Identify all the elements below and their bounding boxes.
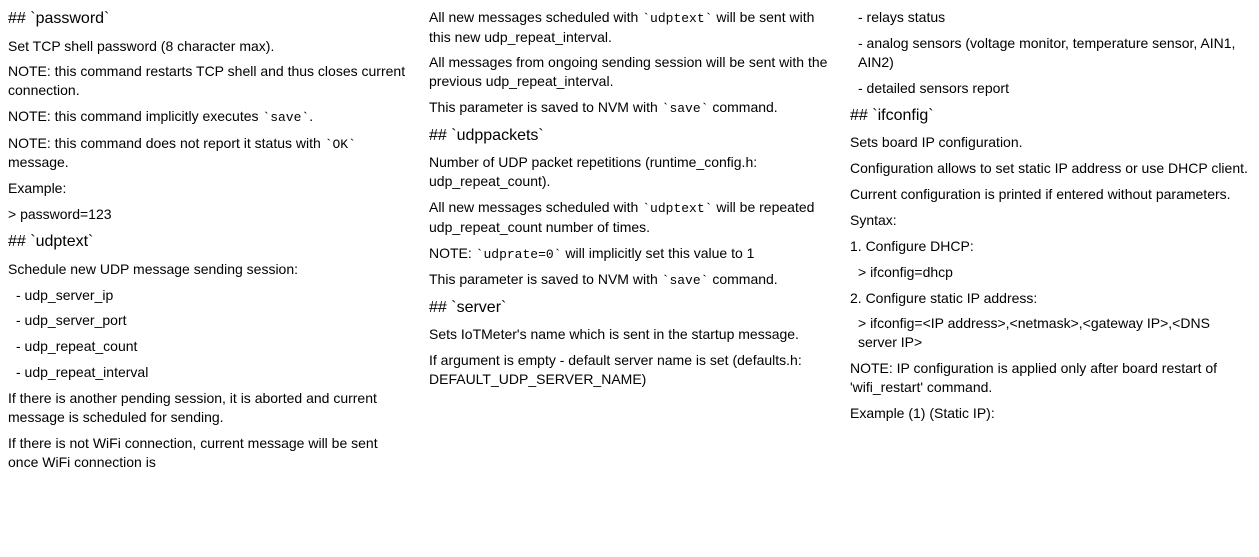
- document-columns: ## `password` Set TCP shell password (8 …: [8, 8, 1251, 479]
- udptext-item3: - udp_repeat_count: [8, 337, 409, 356]
- ifconfig-syntax: Syntax:: [850, 211, 1251, 230]
- password-note2: NOTE: this command implicitly executes `…: [8, 107, 409, 127]
- udptext-cont2: All messages from ongoing sending sessio…: [429, 53, 830, 91]
- server-note1: If argument is empty - default server na…: [429, 351, 830, 389]
- udptext-heading: ## `udptext`: [8, 231, 409, 253]
- password-example-label: Example:: [8, 179, 409, 198]
- column-1: ## `password` Set TCP shell password (8 …: [8, 8, 409, 479]
- password-desc: Set TCP shell password (8 character max)…: [8, 37, 409, 56]
- ifconfig-example-label: Example (1) (Static IP):: [850, 404, 1251, 423]
- password-example: > password=123: [8, 205, 409, 224]
- udptext-item1: - udp_server_ip: [8, 286, 409, 305]
- server-heading: ## `server`: [429, 297, 830, 319]
- udptext-item4: - udp_repeat_interval: [8, 363, 409, 382]
- udppackets-note2: NOTE: `udprate=0` will implicitly set th…: [429, 244, 830, 264]
- udptext-note1: If there is another pending session, it …: [8, 389, 409, 427]
- ifconfig-heading: ## `ifconfig`: [850, 105, 1251, 127]
- column-3: - relays status - analog sensors (voltag…: [850, 8, 1251, 479]
- ifconfig-dhcp-label: 1. Configure DHCP:: [850, 237, 1251, 256]
- list-item-detailed: - detailed sensors report: [850, 79, 1251, 98]
- udptext-note2: If there is not WiFi connection, current…: [8, 434, 409, 472]
- password-heading: ## `password`: [8, 8, 409, 30]
- udppackets-note3: This parameter is saved to NVM with `sav…: [429, 270, 830, 290]
- ifconfig-dhcp-cmd: > ifconfig=dhcp: [850, 263, 1251, 282]
- column-2: All new messages scheduled with `udptext…: [429, 8, 830, 479]
- password-note1: NOTE: this command restarts TCP shell an…: [8, 62, 409, 100]
- ifconfig-note2: Current configuration is printed if ente…: [850, 185, 1251, 204]
- udppackets-desc: Number of UDP packet repetitions (runtim…: [429, 153, 830, 191]
- udppackets-heading: ## `udppackets`: [429, 125, 830, 147]
- ifconfig-static-label: 2. Configure static IP address:: [850, 289, 1251, 308]
- udptext-cont3: This parameter is saved to NVM with `sav…: [429, 98, 830, 118]
- server-desc: Sets IoTMeter's name which is sent in th…: [429, 325, 830, 344]
- udptext-desc: Schedule new UDP message sending session…: [8, 260, 409, 279]
- list-item-analog: - analog sensors (voltage monitor, tempe…: [850, 34, 1251, 72]
- udptext-item2: - udp_server_port: [8, 311, 409, 330]
- udptext-cont1: All new messages scheduled with `udptext…: [429, 8, 830, 46]
- ifconfig-note1: Configuration allows to set static IP ad…: [850, 159, 1251, 178]
- ifconfig-static-cmd: > ifconfig=<IP address>,<netmask>,<gatew…: [850, 314, 1251, 352]
- list-item-relays: - relays status: [850, 8, 1251, 27]
- ifconfig-desc: Sets board IP configuration.: [850, 133, 1251, 152]
- password-note3: NOTE: this command does not report it st…: [8, 134, 409, 172]
- udppackets-note1: All new messages scheduled with `udptext…: [429, 198, 830, 236]
- ifconfig-note3: NOTE: IP configuration is applied only a…: [850, 359, 1251, 397]
